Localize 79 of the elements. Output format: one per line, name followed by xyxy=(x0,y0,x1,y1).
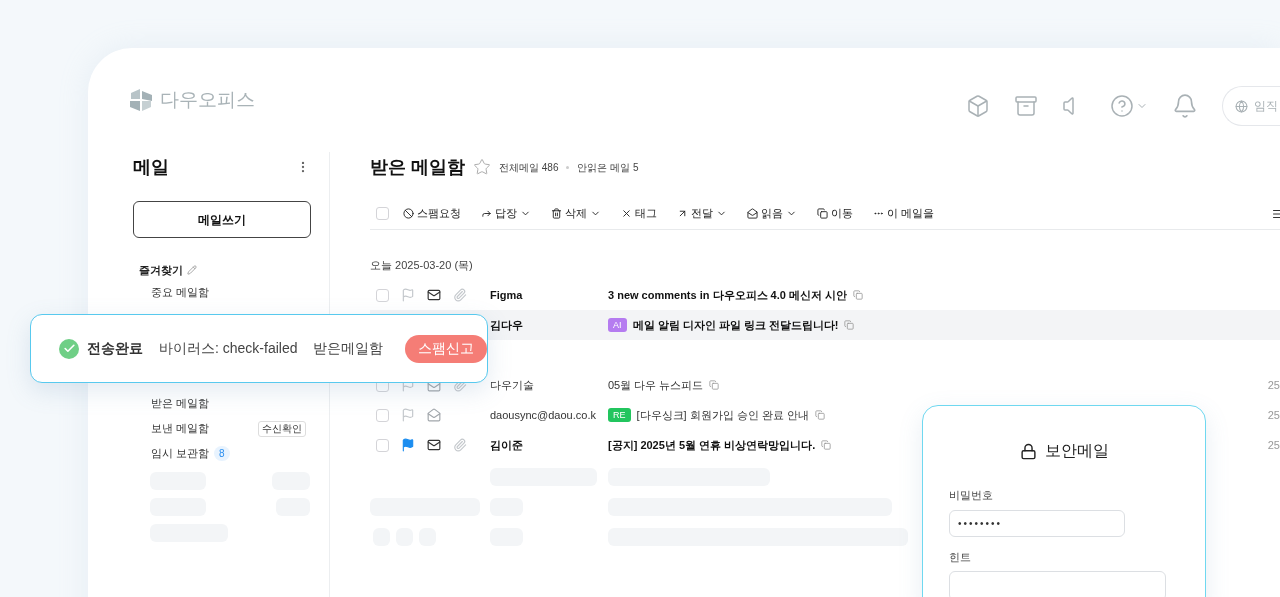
toolbar-icon xyxy=(677,208,688,219)
sender-name: 김이준 xyxy=(490,437,524,453)
hint-field[interactable] xyxy=(949,571,1166,597)
total-count: 전체메일 486 xyxy=(499,160,559,175)
subject: 메일 알림 디자인 파일 링크 전달드립니다! xyxy=(632,317,839,333)
copy-icon[interactable] xyxy=(814,410,825,420)
checkbox[interactable] xyxy=(376,207,389,220)
globe-icon xyxy=(1235,99,1248,113)
subject: 05월 다우 뉴스피드 xyxy=(608,377,704,393)
bell-icon[interactable] xyxy=(1172,93,1198,119)
flag-icon[interactable] xyxy=(401,438,415,452)
password-field[interactable]: •••••••• xyxy=(949,509,1125,537)
envelope-icon[interactable] xyxy=(427,288,441,302)
sender-name: 다우기술 xyxy=(490,377,535,393)
subject: [공지] 2025년 5월 연휴 비상연락망입니다. xyxy=(608,437,816,453)
copy-icon[interactable] xyxy=(821,440,832,450)
virus-status: 바이러스: check-failed xyxy=(159,339,298,358)
sender-name: 김다우 xyxy=(490,317,524,333)
toolbar-button[interactable]: 이동 xyxy=(817,205,853,222)
date-label: 오늘 2025-03-20 (목) xyxy=(370,257,473,273)
pencil-icon[interactable] xyxy=(187,265,197,275)
date: 25 xyxy=(1267,407,1280,423)
archive-icon[interactable] xyxy=(1014,94,1038,118)
toolbar-icon xyxy=(481,208,492,219)
toolbar-button[interactable]: 스팸요청 xyxy=(403,205,461,222)
folder-name: 받은메일함 xyxy=(313,339,384,358)
card-title: 보안메일 xyxy=(1044,441,1109,461)
date: 25 xyxy=(1267,377,1280,393)
mailbox-title: 받은 메일함 xyxy=(370,155,465,179)
flag-icon[interactable] xyxy=(401,408,415,422)
help-button[interactable] xyxy=(1110,94,1148,118)
subject: 3 new comments in 다우오피스 4.0 메신저 시안 xyxy=(608,287,847,303)
field-label: 힌트 xyxy=(949,549,972,565)
copy-icon[interactable] xyxy=(853,290,863,300)
count-badge: 8 xyxy=(214,446,230,461)
toolbar-button[interactable]: 삭제 xyxy=(551,205,601,222)
envelope-icon[interactable] xyxy=(427,438,441,452)
copy-icon[interactable] xyxy=(844,320,855,330)
toast-status: 전송완료 xyxy=(87,339,143,358)
tag-badge: AI xyxy=(608,318,627,332)
toolbar-icon xyxy=(551,208,562,219)
toolbar-icon xyxy=(817,208,828,219)
folder-item[interactable]: 중요 메일함 xyxy=(133,280,310,305)
toolbar-icon xyxy=(747,208,758,219)
subject: [다우싱크] 회원가입 승인 완료 안내 xyxy=(636,407,809,423)
receipt-badge: 수신확인 xyxy=(258,420,306,437)
sidebar-title: 메일 xyxy=(133,155,169,179)
cube-icon[interactable] xyxy=(966,94,990,118)
help-icon xyxy=(1110,94,1134,118)
checkbox[interactable] xyxy=(376,288,389,302)
checkbox[interactable] xyxy=(376,438,389,452)
folder-item[interactable]: 받은 메일함 xyxy=(151,395,210,412)
toolbar-button[interactable]: 이 메일을 xyxy=(873,205,935,222)
folder-item[interactable]: 보낸 메일함 xyxy=(151,420,210,437)
tag-badge: RE xyxy=(608,408,631,422)
logo-text: 다우오피스 xyxy=(160,88,255,112)
toolbar-icon xyxy=(403,208,414,219)
success-icon xyxy=(59,338,79,359)
field-label: 비밀번호 xyxy=(949,488,994,503)
copy-icon[interactable] xyxy=(709,380,720,390)
section-label: 즐겨찾기 xyxy=(139,262,183,278)
unread-count: 안읽은 메일 5 xyxy=(577,160,639,175)
star-icon[interactable] xyxy=(473,158,491,176)
sender-name: daousync@daou.co.k xyxy=(490,407,597,423)
flag-icon[interactable] xyxy=(401,288,415,302)
lock-icon xyxy=(1019,442,1037,460)
open-envelope-icon[interactable] xyxy=(427,408,441,422)
date: 25 xyxy=(1267,437,1280,453)
checkbox[interactable] xyxy=(376,408,389,422)
compose-button[interactable]: 메일쓰기 xyxy=(133,201,311,238)
toolbar-button[interactable]: 답장 xyxy=(481,205,531,222)
toolbar-button[interactable]: 전달 xyxy=(677,205,727,222)
folder-item[interactable]: 임시 보관함 xyxy=(151,445,210,462)
toolbar-button[interactable]: 읽음 xyxy=(747,205,797,222)
sender-name: Figma xyxy=(490,287,524,303)
toolbar-button[interactable]: 태그 xyxy=(621,205,657,222)
logo-icon xyxy=(128,87,154,114)
view-toggle-icon[interactable] xyxy=(1272,207,1280,220)
toolbar-icon xyxy=(621,208,632,219)
